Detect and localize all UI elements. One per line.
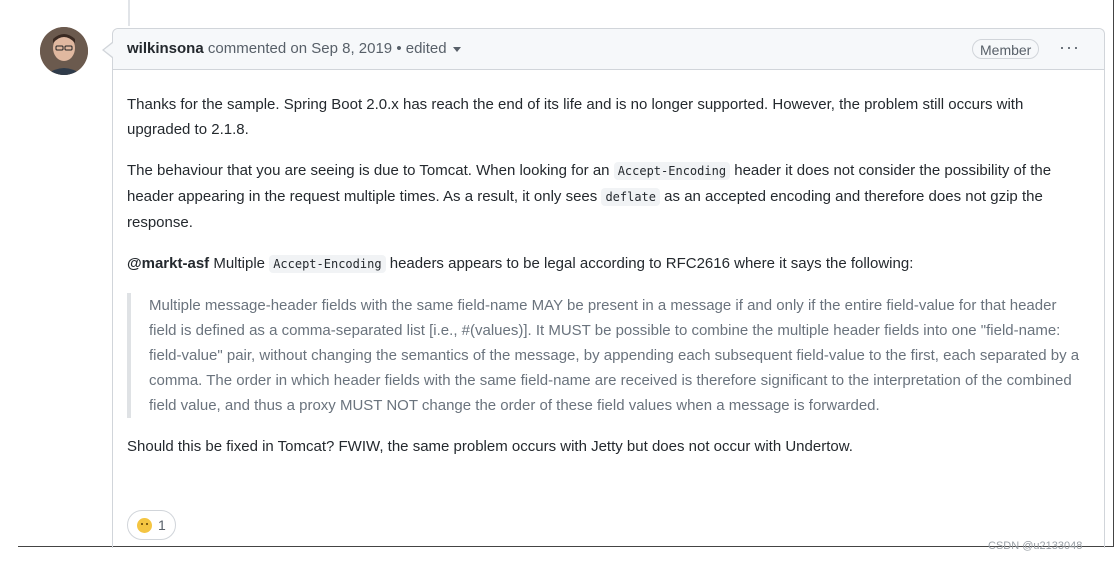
text-span: headers appears to be legal according to… xyxy=(385,255,914,272)
avatar[interactable] xyxy=(40,27,88,75)
text-span: Multiple xyxy=(209,255,270,272)
reaction-count: 1 xyxy=(158,517,166,533)
reaction-button[interactable]: 1 xyxy=(127,510,176,540)
comment-meta[interactable]: commented on Sep 8, 2019 • edited xyxy=(208,40,447,57)
text-span: The behaviour that you are seeing is due… xyxy=(127,162,614,179)
confused-face-icon xyxy=(137,517,152,533)
comment-header-text: wilkinsona commented on Sep 8, 2019 • ed… xyxy=(127,40,461,57)
quote-block: Multiple message-header fields with the … xyxy=(127,293,1087,418)
inline-code: deflate xyxy=(601,188,661,206)
watermark: CSDN @u2133048 xyxy=(988,540,1083,552)
member-badge: Member xyxy=(972,39,1040,59)
paragraph-1: Thanks for the sample. Spring Boot 2.0.x… xyxy=(127,96,1024,138)
paragraph-2: The behaviour that you are seeing is due… xyxy=(127,158,1087,235)
comment-header: wilkinsona commented on Sep 8, 2019 • ed… xyxy=(113,29,1104,70)
inline-code: Accept-Encoding xyxy=(269,255,386,273)
inline-code: Accept-Encoding xyxy=(613,162,731,180)
paragraph-3: @markt-asf Multiple Accept-Encoding head… xyxy=(127,251,1087,277)
comment-caret-inner xyxy=(104,43,113,57)
more-options-icon[interactable]: ··· xyxy=(1059,37,1080,58)
author-link[interactable]: wilkinsona xyxy=(127,40,204,57)
chevron-down-icon[interactable] xyxy=(452,46,461,52)
timeline-line xyxy=(128,0,130,26)
paragraph-4: Should this be fixed in Tomcat? FWIW, th… xyxy=(127,438,853,455)
comment-body: Thanks for the sample. Spring Boot 2.0.x… xyxy=(127,92,1087,475)
mention-link[interactable]: @markt-asf xyxy=(127,255,209,272)
avatar-image xyxy=(40,27,88,75)
